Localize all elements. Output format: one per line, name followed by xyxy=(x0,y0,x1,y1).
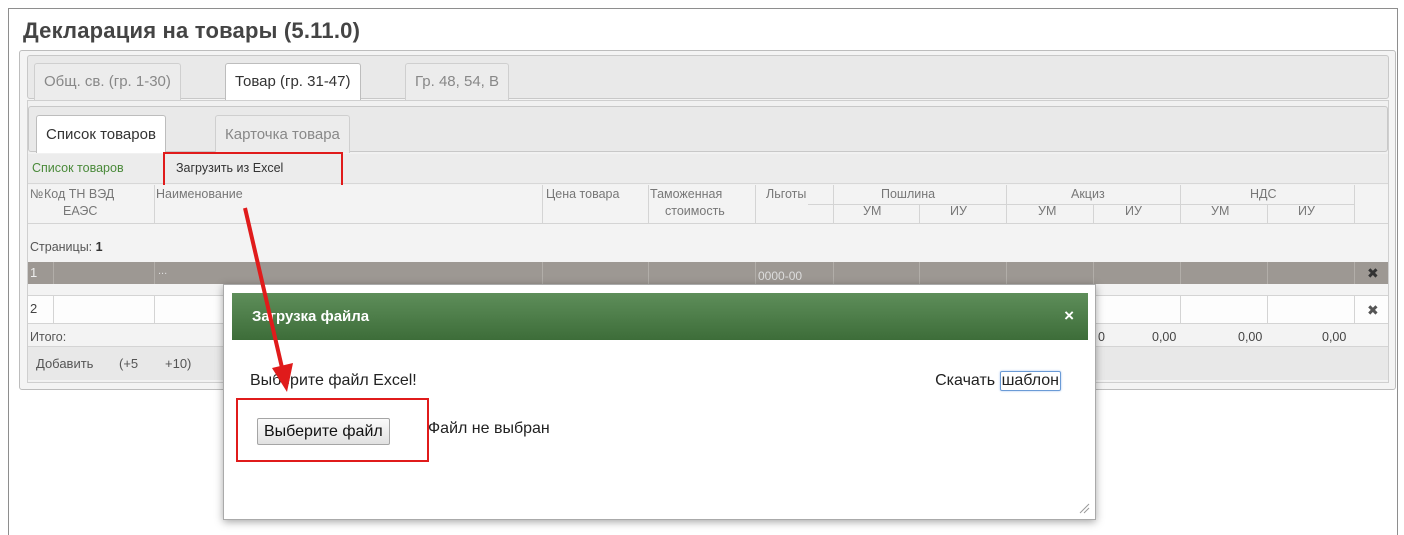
row-divider xyxy=(648,262,649,284)
header-duty: Пошлина xyxy=(881,187,936,201)
delete-row-icon[interactable]: ✖ xyxy=(1367,302,1379,319)
row-divider xyxy=(1093,262,1094,284)
col-divider xyxy=(648,185,649,223)
page-title: Декларация на товары (5.11.0) xyxy=(23,18,361,43)
col-divider xyxy=(1267,204,1268,223)
header-vat: НДС xyxy=(1250,187,1277,201)
row-divider xyxy=(53,262,54,284)
total-vat-um: 0,00 xyxy=(1238,330,1263,344)
row-divider xyxy=(1006,262,1007,284)
col-divider xyxy=(919,204,920,223)
col-divider xyxy=(1354,185,1355,223)
row-divider xyxy=(154,296,155,324)
add-ten-rows-button[interactable]: +10) xyxy=(165,356,191,371)
pages-current[interactable]: 1 xyxy=(96,240,103,254)
header-code-sub: ЕАЭС xyxy=(63,204,98,218)
add-row-button[interactable]: Добавить xyxy=(36,356,93,371)
download-label: Скачать xyxy=(935,372,996,389)
tab-goods-list[interactable]: Список товаров xyxy=(36,115,166,153)
col-divider xyxy=(154,185,155,223)
download-template: Скачать шаблон xyxy=(935,371,1061,391)
total-excise-iu: 0,00 xyxy=(1152,330,1177,344)
row-divider xyxy=(1354,296,1355,324)
header-customs-sub: стоимость xyxy=(665,204,725,218)
header-excise-iu: ИУ xyxy=(1125,204,1142,218)
header-subdivider xyxy=(808,204,1354,205)
row-divider xyxy=(1180,296,1181,324)
dialog-header: Загрузка файла × xyxy=(232,293,1088,340)
header-price: Цена товара xyxy=(546,187,620,201)
col-divider xyxy=(542,185,543,223)
row-divider xyxy=(1180,262,1181,284)
file-status: Файл не выбран xyxy=(428,420,550,437)
row-divider xyxy=(1354,262,1355,284)
total-label: Итого: xyxy=(30,330,67,344)
row-num: 1 xyxy=(30,265,38,280)
row-num: 2 xyxy=(30,301,38,316)
close-icon[interactable]: × xyxy=(1064,306,1074,326)
header-vat-um: УМ xyxy=(1211,204,1230,218)
row-divider xyxy=(542,262,543,284)
row-divider xyxy=(1267,296,1268,324)
header-excise: Акциз xyxy=(1071,187,1105,201)
total-excise-partial: 0 xyxy=(1098,330,1105,344)
col-divider xyxy=(1180,185,1181,223)
total-vat-iu: 0,00 xyxy=(1322,330,1347,344)
template-link[interactable]: шаблон xyxy=(999,371,1061,391)
row-benefits: 0000-00 xyxy=(758,269,803,283)
header-num: № xyxy=(30,187,44,201)
header-duty-um: УМ xyxy=(863,204,882,218)
row-divider xyxy=(755,262,756,284)
dialog-message: Выберите файл Excel! xyxy=(250,372,417,389)
tab-goods[interactable]: Товар (гр. 31-47) xyxy=(225,63,361,101)
goods-tabbar: Список товаров Карточка товара xyxy=(28,106,1388,153)
dialog-title: Загрузка файла xyxy=(252,308,370,325)
add-five-rows-button[interactable]: (+5 xyxy=(119,356,138,371)
col-divider xyxy=(1006,185,1007,223)
tab-general[interactable]: Общ. св. (гр. 1-30) xyxy=(34,63,181,100)
header-duty-iu: ИУ xyxy=(950,204,967,218)
tab-groups-48[interactable]: Гр. 48, 54, В xyxy=(405,63,510,100)
tab-goods-card[interactable]: Карточка товара xyxy=(215,115,350,153)
row-name: ... xyxy=(158,265,168,277)
header-code: Код ТН ВЭД xyxy=(44,187,115,201)
table-row[interactable]: 1 ... 0000-00 ✖ xyxy=(28,262,1388,284)
pages-label: Страницы: 1 xyxy=(30,240,103,254)
row-divider xyxy=(919,262,920,284)
main-tabbar: Общ. св. (гр. 1-30) Товар (гр. 31-47) Гр… xyxy=(27,55,1389,101)
col-divider xyxy=(833,185,834,223)
row-divider xyxy=(833,262,834,284)
header-customs: Таможенная xyxy=(650,187,723,201)
header-vat-iu: ИУ xyxy=(1298,204,1315,218)
col-divider xyxy=(755,185,756,223)
header-benefits: Льготы xyxy=(766,187,807,201)
breadcrumb-goods-list[interactable]: Список товаров xyxy=(32,161,124,175)
header-excise-um: УМ xyxy=(1038,204,1057,218)
col-divider xyxy=(1093,204,1094,223)
row-divider xyxy=(154,262,155,284)
header-divider xyxy=(28,223,1388,224)
header-name: Наименование xyxy=(156,187,243,201)
row-divider xyxy=(1267,262,1268,284)
highlight-upload-excel xyxy=(163,152,343,189)
highlight-choose-file xyxy=(236,398,429,462)
delete-row-icon[interactable]: ✖ xyxy=(1367,265,1379,282)
row-divider xyxy=(53,296,54,324)
resize-grip-icon[interactable] xyxy=(1078,502,1090,514)
